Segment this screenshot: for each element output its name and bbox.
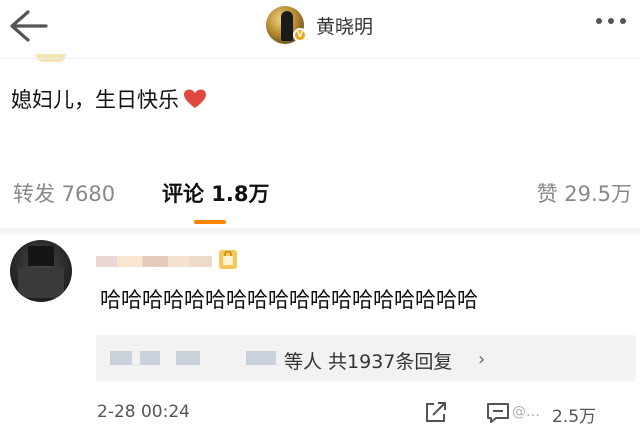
tab-repost[interactable]: 转发 7680 <box>13 178 115 208</box>
chevron-right-icon: › <box>478 349 486 370</box>
heart-icon <box>184 89 206 108</box>
tab-like[interactable]: 赞 29.5万 <box>537 178 632 208</box>
commenter-avatar[interactable] <box>10 240 72 302</box>
reply-user-blurred <box>176 351 200 365</box>
post-text: 媳妇儿，生日快乐 <box>11 84 207 114</box>
comment-icon[interactable] <box>486 402 510 424</box>
author-info[interactable]: 黄晓明 <box>266 3 373 47</box>
reply-user-blurred <box>246 351 276 365</box>
watermark: @… <box>512 404 540 420</box>
verified-badge-icon: V <box>293 28 307 42</box>
tab-comment[interactable]: 评论 1.8万 <box>162 178 270 208</box>
replies-preview[interactable]: 等人 共1937条回复 › <box>96 335 636 381</box>
commenter-name-blurred[interactable] <box>96 256 212 267</box>
more-button[interactable] <box>596 18 626 24</box>
header-divider <box>0 58 640 59</box>
replies-summary: 等人 共1937条回复 <box>284 351 453 373</box>
member-badge-icon <box>219 250 237 269</box>
section-divider <box>0 228 640 234</box>
post-text-content: 媳妇儿，生日快乐 <box>11 88 179 112</box>
back-button[interactable] <box>8 8 48 44</box>
more-dots-icon <box>596 18 602 24</box>
reply-user-blurred <box>110 351 132 365</box>
more-dot <box>608 18 614 24</box>
comment-likes[interactable]: 2.5万 <box>552 402 596 427</box>
reply-user-blurred <box>140 351 160 365</box>
comment-time: 2-28 00:24 <box>97 402 190 422</box>
author-name[interactable]: 黄晓明 <box>316 12 373 39</box>
share-icon[interactable] <box>424 401 448 423</box>
arrow-left-icon <box>10 10 48 42</box>
more-dot <box>620 18 626 24</box>
comment-text: 哈哈哈哈哈哈哈哈哈哈哈哈哈哈哈哈哈哈 <box>100 288 478 312</box>
post-header: 黄晓明 V <box>0 0 640 52</box>
active-tab-indicator <box>194 220 226 224</box>
